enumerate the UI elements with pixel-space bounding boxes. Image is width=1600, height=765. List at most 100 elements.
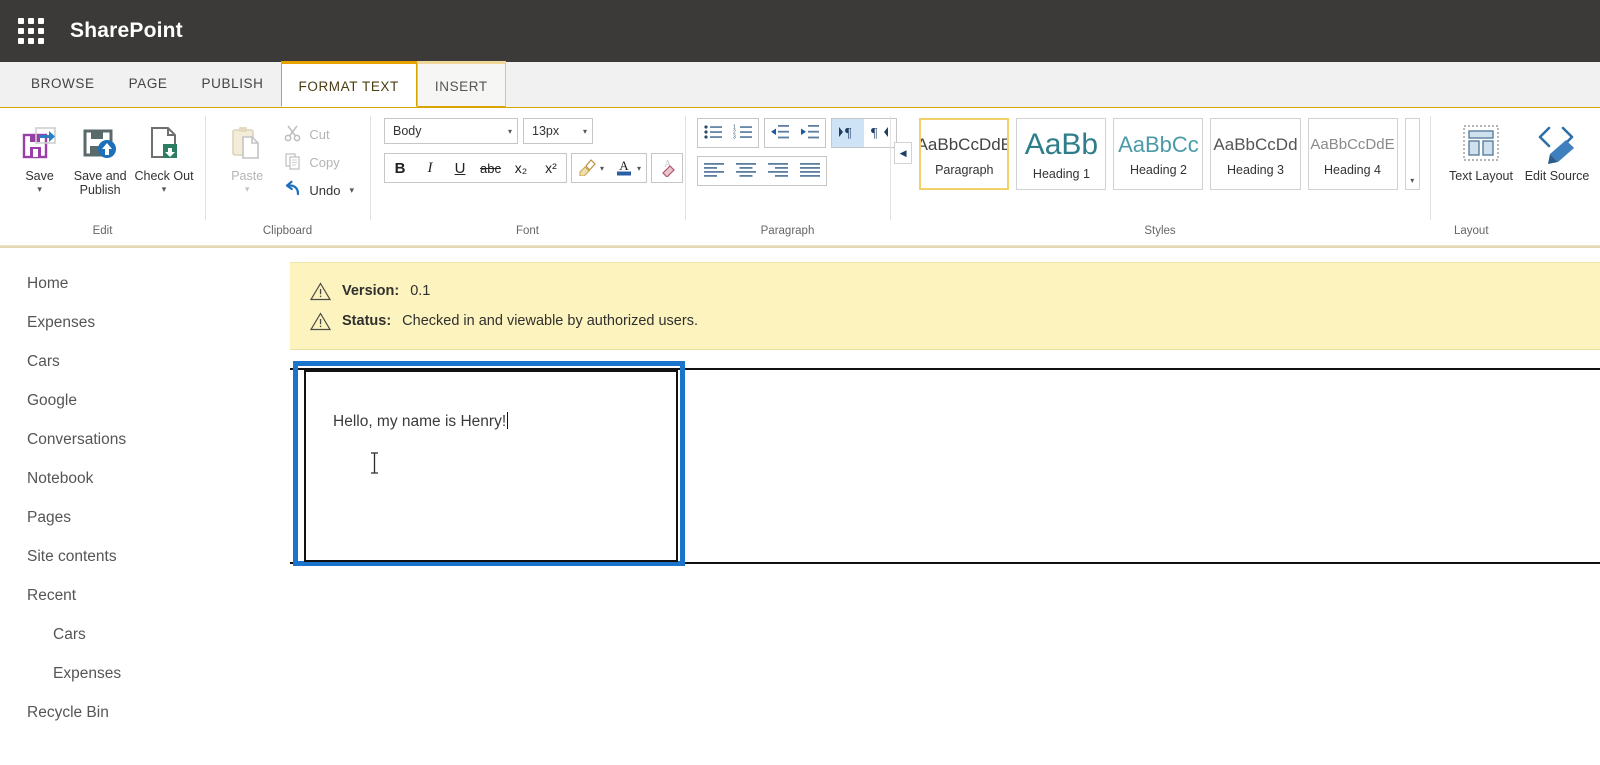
align-right-icon [767,162,789,181]
bulleted-list-button[interactable] [698,119,728,147]
decrease-indent-button[interactable] [765,119,795,147]
cut-button[interactable]: Cut [281,122,360,147]
ribbon-group-paragraph: 1 2 3 ¶ ¶ Paragraph [685,108,897,248]
color-button-group: ▾ A ▾ [570,153,647,183]
align-left-button[interactable] [698,157,730,185]
style-tile-heading-3[interactable]: AaBbCcDd Heading 3 [1210,118,1301,190]
undo-arrow-icon [284,180,302,201]
ltr-direction-button[interactable]: ¶ [832,119,864,147]
sharepoint-brand-title[interactable]: SharePoint [70,19,183,43]
style-name-paragraph: Paragraph [935,162,994,177]
text-highlight-button[interactable]: ▾ [571,154,609,182]
superscript-button[interactable]: x² [535,154,566,182]
font-size-select[interactable]: 13px ▾ [523,118,593,144]
styles-scroll-more-button[interactable]: ▾ [1404,118,1420,190]
sidebar-item-cars[interactable]: Cars [0,342,290,381]
bold-label: B [394,159,406,177]
style-tile-heading-2[interactable]: AaBbCc Heading 2 [1113,118,1204,190]
strikethrough-button[interactable]: abc [475,154,506,182]
save-dropdown-caret-icon[interactable]: ▾ [37,184,42,194]
sidebar-item-recycle-bin[interactable]: Recycle Bin [0,693,290,732]
clear-format-button-group: A [651,153,683,183]
style-preview-heading-4: AaBbCcDdE [1310,135,1395,153]
svg-text:A: A [619,158,629,173]
sidebar-item-google[interactable]: Google [0,381,290,420]
tab-page[interactable]: PAGE [112,61,185,107]
sidebar-item-conversations[interactable]: Conversations [0,420,290,459]
style-tile-heading-4[interactable]: AaBbCcDdE Heading 4 [1307,118,1398,190]
status-line: Status: Checked in and viewable by autho… [309,306,1600,336]
align-right-button[interactable] [762,157,794,185]
font-color-a-icon: A [614,157,634,180]
increase-indent-button[interactable] [795,119,825,147]
check-out-label: Check Out [134,169,194,183]
ltr-paragraph-icon: ¶ [837,124,859,143]
save-and-publish-button[interactable]: Save and Publish [69,118,131,197]
sidebar-item-expenses[interactable]: Expenses [0,303,290,342]
tab-format-text[interactable]: FORMAT TEXT [280,61,417,107]
clear-formatting-button[interactable]: A [652,154,682,182]
i-beam-cursor [370,452,379,474]
edit-source-button[interactable]: Edit Source [1524,118,1590,183]
subscript-button[interactable]: x₂ [505,154,536,182]
highlight-caret-icon[interactable]: ▾ [600,164,604,173]
font-size-value: 13px [532,124,560,138]
undo-label: Undo [309,183,341,198]
styles-scroll-caret-icon: ▾ [1410,176,1415,185]
underline-button[interactable]: U [445,154,475,182]
increase-indent-icon [800,124,820,143]
style-tile-paragraph[interactable]: AaBbCcDdE Paragraph [919,118,1010,190]
text-direction-button-group: ¶ ¶ [831,118,897,148]
italic-button[interactable]: I [415,154,445,182]
scissors-icon [284,124,302,145]
paste-dropdown-caret-icon[interactable]: ▾ [245,184,250,194]
ribbon-tab-strip: BROWSE PAGE PUBLISH FORMAT TEXT INSERT [0,61,1600,108]
bold-button[interactable]: B [385,154,415,182]
sidebar-section-recent[interactable]: Recent [0,576,290,615]
clear-formatting-eraser-icon: A [657,157,677,180]
ribbon-group-font: Body ▾ 13px ▾ B I U abc x₂ x² ▾ A ▾ A Fo… [370,108,685,248]
undo-dropdown-caret-icon[interactable]: ▾ [349,185,354,196]
ribbon-bottom-divider [0,245,1600,248]
text-layout-label: Text Layout [1449,169,1513,183]
sidebar-item-recent-expenses[interactable]: Expenses [0,654,290,693]
tab-insert[interactable]: INSERT [416,61,506,107]
align-center-button[interactable] [730,157,762,185]
svg-text:3: 3 [733,134,736,139]
check-out-button[interactable]: Check Out ▾ [133,118,195,194]
sidebar-item-pages[interactable]: Pages [0,498,290,537]
content-editor-region: Hello, my name is Henry! [290,361,1600,566]
sidebar-item-notebook[interactable]: Notebook [0,459,290,498]
status-notification-bar: Version: 0.1 Status: Checked in and view… [290,262,1600,350]
numbered-list-button[interactable]: 1 2 3 [728,119,758,147]
paste-button[interactable]: Paste ▾ [217,118,277,194]
chevron-down-icon: ▾ [507,126,512,136]
edit-source-label: Edit Source [1524,169,1590,183]
subscript-label: x₂ [514,160,528,176]
copy-pages-icon [284,152,302,173]
styles-previous-arrow-icon[interactable]: ◀ [894,142,913,164]
font-color-caret-icon[interactable]: ▾ [637,164,641,173]
sidebar-item-site-contents[interactable]: Site contents [0,537,290,576]
check-out-dropdown-caret-icon[interactable]: ▾ [162,184,167,194]
page-body: Home Expenses Cars Google Conversations … [0,248,1600,765]
align-justify-button[interactable] [794,157,826,185]
copy-button[interactable]: Copy [281,150,360,175]
font-family-select[interactable]: Body ▾ [384,118,518,144]
undo-button[interactable]: Undo ▾ [281,178,360,203]
tab-browse[interactable]: BROWSE [14,61,112,107]
font-color-button[interactable]: A ▾ [608,154,646,182]
sidebar-item-home[interactable]: Home [0,264,290,303]
clipboard-paste-icon [227,120,267,166]
edit-source-code-icon [1536,120,1578,166]
tab-publish[interactable]: PUBLISH [185,61,281,107]
status-value: Checked in and viewable by authorized us… [402,313,698,329]
style-tile-heading-1[interactable]: AaBb Heading 1 [1016,118,1107,190]
style-name-heading-3: Heading 3 [1226,162,1284,177]
text-layout-button[interactable]: Text Layout [1448,118,1514,183]
rich-text-editor[interactable]: Hello, my name is Henry! [304,370,678,562]
bullet-list-icon [703,124,723,143]
sidebar-item-recent-cars[interactable]: Cars [0,615,290,654]
save-button[interactable]: Save ▾ [12,118,67,194]
app-launcher-grid-icon[interactable] [18,18,44,44]
